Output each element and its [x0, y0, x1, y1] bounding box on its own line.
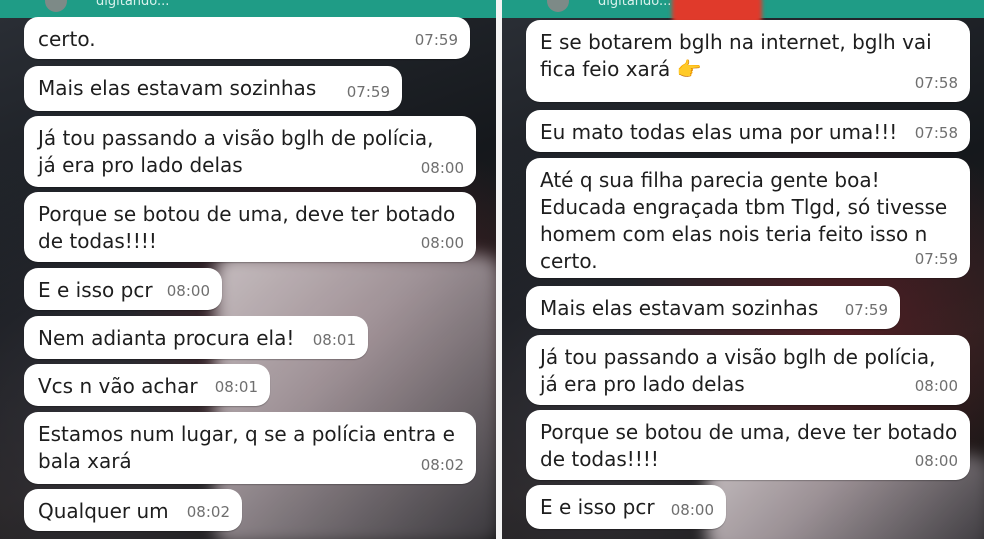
- message-time: 07:59: [844, 301, 888, 319]
- typing-status: digitando...: [598, 0, 672, 9]
- message-bubble[interactable]: Já tou passando a visão bglh de polícia,…: [526, 335, 970, 405]
- message-bubble[interactable]: Qualquer um 08:02: [24, 489, 242, 531]
- message-bubble[interactable]: certo. 07:59: [24, 17, 470, 59]
- chat-header: digitando...: [0, 0, 496, 18]
- message-text: Mais elas estavam sozinhas: [38, 76, 317, 100]
- message-bubble[interactable]: Mais elas estavam sozinhas 07:59: [526, 286, 900, 329]
- typing-status: digitando...: [96, 0, 170, 9]
- message-text: Porque se botou de uma, deve ter botado …: [38, 202, 456, 253]
- chat-screenshot-left: digitando... certo. 07:59 Mais elas esta…: [0, 0, 496, 539]
- message-time: 08:01: [214, 378, 258, 396]
- message-time: 07:58: [914, 124, 958, 142]
- message-time: 08:00: [914, 377, 958, 395]
- message-text: Já tou passando a visão bglh de polícia,…: [540, 345, 936, 396]
- message-text: Estamos num lugar, q se a polícia entra …: [38, 422, 455, 473]
- message-time: 08:00: [670, 501, 714, 519]
- message-bubble[interactable]: Estamos num lugar, q se a polícia entra …: [24, 412, 476, 484]
- contact-avatar[interactable]: [45, 0, 67, 12]
- contact-avatar[interactable]: [547, 0, 569, 12]
- message-text: E se botarem bglh na internet, bglh vai …: [540, 30, 932, 81]
- message-bubble[interactable]: Mais elas estavam sozinhas 07:59: [24, 66, 402, 111]
- message-bubble[interactable]: Nem adianta procura ela! 08:01: [24, 316, 368, 359]
- message-time: 08:02: [186, 503, 230, 521]
- message-bubble[interactable]: Vcs n vão achar 08:01: [24, 364, 270, 406]
- message-text: Eu mato todas elas uma por uma!!!: [540, 120, 898, 144]
- message-bubble[interactable]: Até q sua filha parecia gente boa! Educa…: [526, 158, 970, 278]
- message-bubble[interactable]: Porque se botou de uma, deve ter botado …: [24, 192, 476, 262]
- message-text: Porque se botou de uma, deve ter botado …: [540, 420, 958, 471]
- message-time: 08:02: [420, 456, 464, 474]
- message-text: Já tou passando a visão bglh de polícia,…: [38, 126, 434, 177]
- message-bubble[interactable]: E se botarem bglh na internet, bglh vai …: [526, 20, 970, 102]
- message-time: 08:00: [914, 452, 958, 470]
- message-time: 08:00: [166, 282, 210, 300]
- message-bubble[interactable]: Já tou passando a visão bglh de polícia,…: [24, 116, 476, 187]
- chat-screenshot-right: digitando... E se botarem bglh na intern…: [502, 0, 984, 539]
- message-text: Até q sua filha parecia gente boa! Educa…: [540, 168, 948, 273]
- message-text: Mais elas estavam sozinhas: [540, 296, 819, 320]
- message-time: 07:59: [346, 83, 390, 101]
- message-bubble[interactable]: E e isso pcr 08:00: [526, 485, 726, 529]
- message-bubble[interactable]: Eu mato todas elas uma por uma!!! 07:58: [526, 110, 970, 152]
- message-time: 07:59: [914, 250, 958, 268]
- message-time: 08:00: [420, 159, 464, 177]
- message-bubble[interactable]: Porque se botou de uma, deve ter botado …: [526, 410, 970, 480]
- message-text: certo.: [38, 27, 96, 51]
- chat-header: digitando...: [502, 0, 984, 24]
- message-time: 08:00: [420, 234, 464, 252]
- message-time: 07:59: [414, 31, 458, 49]
- message-time: 07:58: [914, 74, 958, 92]
- message-text: Nem adianta procura ela!: [38, 326, 295, 350]
- message-time: 08:01: [312, 331, 356, 349]
- message-bubble[interactable]: E e isso pcr 08:00: [24, 268, 222, 310]
